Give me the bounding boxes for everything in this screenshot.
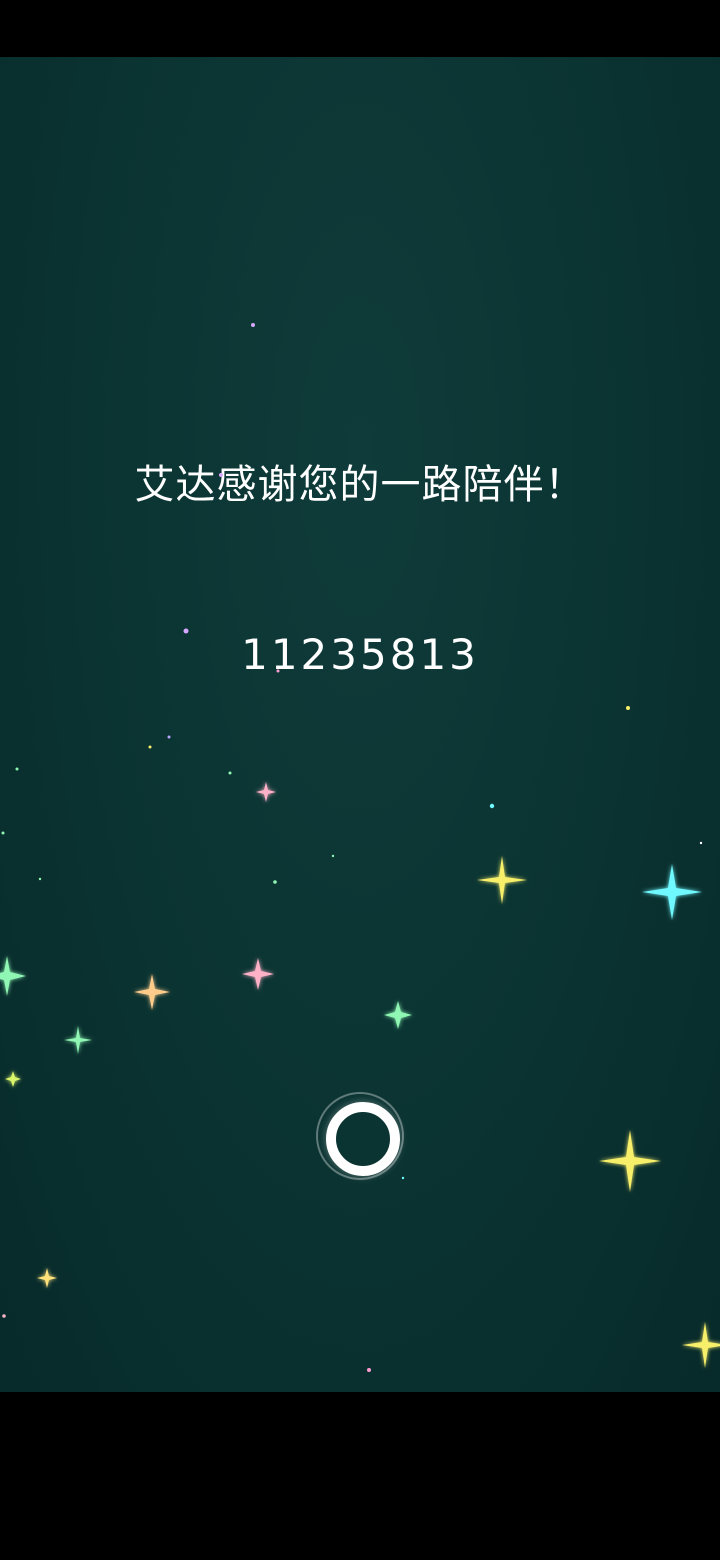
circle-ring-icon: [326, 1102, 400, 1176]
bottom-black-bar: [0, 1392, 720, 1560]
circle-button[interactable]: [316, 1092, 404, 1180]
thanks-message: 艾达感谢您的一路陪伴！: [134, 462, 586, 508]
code-number: 11235813: [241, 630, 479, 679]
top-black-bar: [0, 0, 720, 57]
celebration-screen: 艾达感谢您的一路陪伴！ 11235813: [0, 57, 720, 1392]
